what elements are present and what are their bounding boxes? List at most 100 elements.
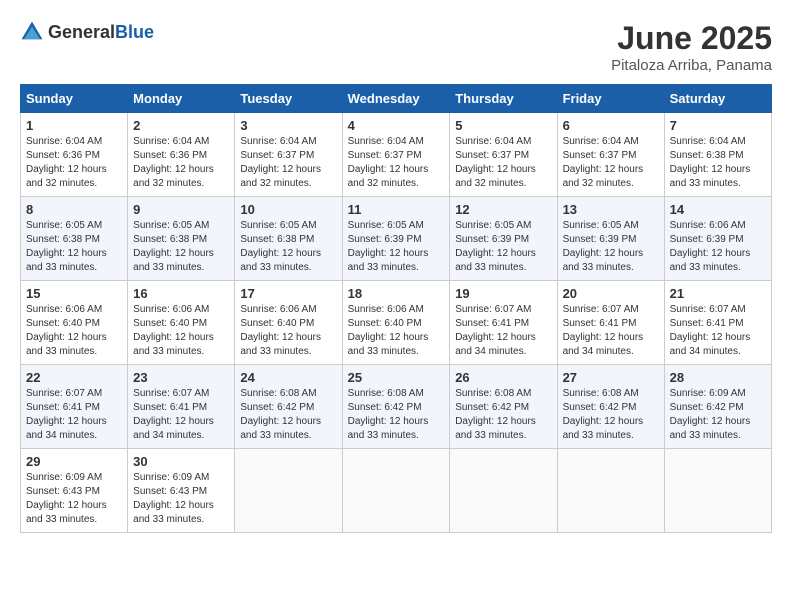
calendar-day-cell: 26 Sunrise: 6:08 AMSunset: 6:42 PMDayligh… bbox=[450, 365, 557, 449]
calendar-day-cell: 30 Sunrise: 6:09 AMSunset: 6:43 PMDayligh… bbox=[128, 449, 235, 533]
day-number: 14 bbox=[670, 202, 766, 217]
day-number: 15 bbox=[26, 286, 122, 301]
calendar-day-cell: 5Sunrise: 6:04 AMSunset: 6:37 PMDaylight… bbox=[450, 113, 557, 197]
day-number: 19 bbox=[455, 286, 551, 301]
logo: GeneralBlue bbox=[20, 20, 154, 44]
day-number: 17 bbox=[240, 286, 336, 301]
day-info: Sunrise: 6:09 AMSunset: 6:43 PMDaylight:… bbox=[133, 472, 214, 525]
day-info: Sunrise: 6:04 AMSunset: 6:37 PMDaylight:… bbox=[563, 136, 644, 189]
calendar-day-cell: 29Sunrise: 6:09 AMSunset: 6:43 PMDayligh… bbox=[21, 449, 128, 533]
calendar-day-cell: 27Sunrise: 6:08 AMSunset: 6:42 PMDayligh… bbox=[557, 365, 664, 449]
calendar-day-cell: 3 Sunrise: 6:04 AMSunset: 6:37 PMDaylight… bbox=[235, 113, 342, 197]
calendar-day-cell bbox=[342, 449, 450, 533]
calendar-day-cell: 28 Sunrise: 6:09 AMSunset: 6:42 PMDayligh… bbox=[664, 365, 771, 449]
calendar-day-cell: 18 Sunrise: 6:06 AMSunset: 6:40 PMDayligh… bbox=[342, 281, 450, 365]
calendar-day-cell: 6Sunrise: 6:04 AMSunset: 6:37 PMDaylight… bbox=[557, 113, 664, 197]
calendar-table: SundayMondayTuesdayWednesdayThursdayFrid… bbox=[20, 84, 772, 533]
logo-text-blue: Blue bbox=[115, 22, 154, 42]
calendar-day-cell: 9 Sunrise: 6:05 AMSunset: 6:38 PMDaylight… bbox=[128, 197, 235, 281]
calendar-day-cell: 10 Sunrise: 6:05 AMSunset: 6:38 PMDayligh… bbox=[235, 197, 342, 281]
day-number: 2 bbox=[133, 118, 229, 133]
day-number: 28 bbox=[670, 370, 766, 385]
day-number: 24 bbox=[240, 370, 336, 385]
calendar-day-cell: 19 Sunrise: 6:07 AMSunset: 6:41 PMDayligh… bbox=[450, 281, 557, 365]
calendar-day-cell: 25 Sunrise: 6:08 AMSunset: 6:42 PMDayligh… bbox=[342, 365, 450, 449]
calendar-day-cell: 12 Sunrise: 6:05 AMSunset: 6:39 PMDayligh… bbox=[450, 197, 557, 281]
calendar-body: 1 Sunrise: 6:04 AMSunset: 6:36 PMDaylight… bbox=[21, 113, 772, 533]
day-info: Sunrise: 6:05 AMSunset: 6:38 PMDaylight:… bbox=[133, 220, 214, 273]
day-info: Sunrise: 6:05 AMSunset: 6:39 PMDaylight:… bbox=[348, 220, 429, 273]
day-info: Sunrise: 6:04 AMSunset: 6:37 PMDaylight:… bbox=[240, 136, 321, 189]
day-info: Sunrise: 6:04 AMSunset: 6:36 PMDaylight:… bbox=[133, 136, 214, 189]
calendar-day-cell bbox=[450, 449, 557, 533]
day-info: Sunrise: 6:05 AMSunset: 6:39 PMDaylight:… bbox=[563, 220, 644, 273]
logo-text-general: General bbox=[48, 22, 115, 42]
month-title: June 2025 bbox=[611, 20, 772, 57]
day-number: 4 bbox=[348, 118, 445, 133]
day-number: 13 bbox=[563, 202, 659, 217]
calendar-day-cell: 15 Sunrise: 6:06 AMSunset: 6:40 PMDayligh… bbox=[21, 281, 128, 365]
calendar-week-row: 8 Sunrise: 6:05 AMSunset: 6:38 PMDaylight… bbox=[21, 197, 772, 281]
day-number: 1 bbox=[26, 118, 122, 133]
calendar-header-row: SundayMondayTuesdayWednesdayThursdayFrid… bbox=[21, 85, 772, 113]
day-number: 11 bbox=[348, 202, 445, 217]
day-info: Sunrise: 6:08 AMSunset: 6:42 PMDaylight:… bbox=[455, 388, 536, 441]
calendar-day-cell: 8 Sunrise: 6:05 AMSunset: 6:38 PMDaylight… bbox=[21, 197, 128, 281]
calendar-day-cell: 23Sunrise: 6:07 AMSunset: 6:41 PMDayligh… bbox=[128, 365, 235, 449]
calendar-week-row: 29Sunrise: 6:09 AMSunset: 6:43 PMDayligh… bbox=[21, 449, 772, 533]
day-info: Sunrise: 6:07 AMSunset: 6:41 PMDaylight:… bbox=[563, 304, 644, 357]
day-number: 20 bbox=[563, 286, 659, 301]
title-block: June 2025 Pitaloza Arriba, Panama bbox=[611, 20, 772, 74]
calendar-day-cell: 16 Sunrise: 6:06 AMSunset: 6:40 PMDayligh… bbox=[128, 281, 235, 365]
day-info: Sunrise: 6:05 AMSunset: 6:38 PMDaylight:… bbox=[240, 220, 321, 273]
calendar-day-cell: 4Sunrise: 6:04 AMSunset: 6:37 PMDaylight… bbox=[342, 113, 450, 197]
calendar-day-cell bbox=[557, 449, 664, 533]
day-number: 8 bbox=[26, 202, 122, 217]
day-info: Sunrise: 6:06 AMSunset: 6:40 PMDaylight:… bbox=[348, 304, 429, 357]
day-number: 3 bbox=[240, 118, 336, 133]
day-number: 26 bbox=[455, 370, 551, 385]
page-header: GeneralBlue June 2025 Pitaloza Arriba, P… bbox=[20, 20, 772, 74]
day-number: 18 bbox=[348, 286, 445, 301]
calendar-day-cell: 24Sunrise: 6:08 AMSunset: 6:42 PMDayligh… bbox=[235, 365, 342, 449]
weekday-header: Tuesday bbox=[235, 85, 342, 113]
day-info: Sunrise: 6:07 AMSunset: 6:41 PMDaylight:… bbox=[26, 388, 107, 441]
logo-icon bbox=[20, 20, 44, 44]
weekday-header: Sunday bbox=[21, 85, 128, 113]
day-info: Sunrise: 6:07 AMSunset: 6:41 PMDaylight:… bbox=[455, 304, 536, 357]
calendar-day-cell: 7Sunrise: 6:04 AMSunset: 6:38 PMDaylight… bbox=[664, 113, 771, 197]
calendar-day-cell: 21 Sunrise: 6:07 AMSunset: 6:41 PMDayligh… bbox=[664, 281, 771, 365]
day-info: Sunrise: 6:06 AMSunset: 6:40 PMDaylight:… bbox=[133, 304, 214, 357]
day-number: 22 bbox=[26, 370, 122, 385]
day-info: Sunrise: 6:06 AMSunset: 6:40 PMDaylight:… bbox=[26, 304, 107, 357]
calendar-day-cell: 14 Sunrise: 6:06 AMSunset: 6:39 PMDayligh… bbox=[664, 197, 771, 281]
day-number: 21 bbox=[670, 286, 766, 301]
day-info: Sunrise: 6:04 AMSunset: 6:38 PMDaylight:… bbox=[670, 136, 751, 189]
day-number: 12 bbox=[455, 202, 551, 217]
day-info: Sunrise: 6:08 AMSunset: 6:42 PMDaylight:… bbox=[348, 388, 429, 441]
calendar-day-cell: 20 Sunrise: 6:07 AMSunset: 6:41 PMDayligh… bbox=[557, 281, 664, 365]
day-number: 9 bbox=[133, 202, 229, 217]
day-info: Sunrise: 6:07 AMSunset: 6:41 PMDaylight:… bbox=[670, 304, 751, 357]
day-info: Sunrise: 6:05 AMSunset: 6:39 PMDaylight:… bbox=[455, 220, 536, 273]
calendar-day-cell: 22 Sunrise: 6:07 AMSunset: 6:41 PMDayligh… bbox=[21, 365, 128, 449]
calendar-week-row: 15 Sunrise: 6:06 AMSunset: 6:40 PMDayligh… bbox=[21, 281, 772, 365]
day-number: 27 bbox=[563, 370, 659, 385]
weekday-header: Friday bbox=[557, 85, 664, 113]
day-number: 30 bbox=[133, 454, 229, 469]
day-number: 10 bbox=[240, 202, 336, 217]
day-info: Sunrise: 6:04 AMSunset: 6:37 PMDaylight:… bbox=[455, 136, 536, 189]
calendar-day-cell bbox=[235, 449, 342, 533]
day-info: Sunrise: 6:09 AMSunset: 6:42 PMDaylight:… bbox=[670, 388, 751, 441]
day-info: Sunrise: 6:07 AMSunset: 6:41 PMDaylight:… bbox=[133, 388, 214, 441]
day-info: Sunrise: 6:04 AMSunset: 6:36 PMDaylight:… bbox=[26, 136, 107, 189]
calendar-week-row: 22 Sunrise: 6:07 AMSunset: 6:41 PMDayligh… bbox=[21, 365, 772, 449]
day-info: Sunrise: 6:06 AMSunset: 6:39 PMDaylight:… bbox=[670, 220, 751, 273]
weekday-header: Monday bbox=[128, 85, 235, 113]
day-info: Sunrise: 6:05 AMSunset: 6:38 PMDaylight:… bbox=[26, 220, 107, 273]
calendar-day-cell: 2 Sunrise: 6:04 AMSunset: 6:36 PMDaylight… bbox=[128, 113, 235, 197]
weekday-header: Wednesday bbox=[342, 85, 450, 113]
day-number: 16 bbox=[133, 286, 229, 301]
calendar-day-cell: 17Sunrise: 6:06 AMSunset: 6:40 PMDayligh… bbox=[235, 281, 342, 365]
day-number: 25 bbox=[348, 370, 445, 385]
